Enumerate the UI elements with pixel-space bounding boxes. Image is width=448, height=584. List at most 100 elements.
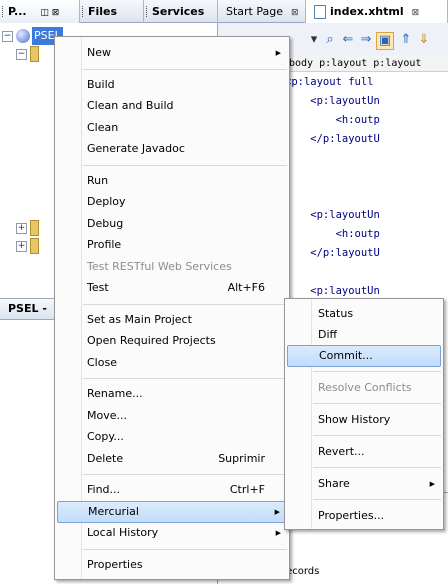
submenu-item-show-history[interactable]: Show History <box>287 409 441 431</box>
xhtml-file-icon <box>314 5 326 19</box>
code-line: </p:layoutU <box>285 133 380 145</box>
menu-item-clean-and-build[interactable]: Clean and Build <box>57 95 287 117</box>
tree-row-node[interactable]: + <box>16 219 39 237</box>
submenu-item-diff[interactable]: Diff <box>287 324 441 346</box>
menu-item-new[interactable]: New ▶ <box>57 42 287 64</box>
tab-services[interactable]: Services <box>144 0 218 23</box>
code-line: <p:layout full <box>285 76 374 88</box>
menu-item-mercurial[interactable]: Mercurial ▶ <box>57 500 287 523</box>
menu-item-test[interactable]: Test Alt+F6 <box>57 277 287 299</box>
menu-item-clean[interactable]: Clean <box>57 117 287 139</box>
tab-projects-label: P... <box>8 5 27 18</box>
menu-item-label: Properties... <box>318 509 385 522</box>
submenu-arrow-icon: ▶ <box>274 507 280 516</box>
tab-services-label: Services <box>152 5 205 18</box>
code-line: </p:layoutU <box>285 247 380 259</box>
menu-item-label: Local History <box>87 526 159 539</box>
menu-separator <box>83 474 287 475</box>
grip-icon <box>2 6 5 17</box>
submenu-item-commit[interactable]: Commit... <box>287 345 441 367</box>
menu-item-profile[interactable]: Profile <box>57 234 287 256</box>
next-bookmark-icon[interactable]: ⇓ <box>416 32 432 48</box>
expand-icon[interactable]: + <box>16 240 27 252</box>
menu-item-label: Clean and Build <box>87 99 174 112</box>
menu-item-label: Open Required Projects <box>87 334 216 347</box>
find-next-icon[interactable]: ⇒ <box>358 32 374 48</box>
menu-item-label: Deploy <box>87 195 126 208</box>
menu-separator <box>313 499 441 500</box>
close-icon[interactable]: ⊠ <box>412 8 420 18</box>
menu-item-label: Copy... <box>87 430 124 443</box>
menu-item-label: Debug <box>87 216 124 230</box>
menu-item-build[interactable]: Build <box>57 74 287 96</box>
menu-item-label: Profile <box>87 238 122 251</box>
menu-item-label: Rename... <box>87 387 143 400</box>
menu-item-label: Close <box>87 355 117 369</box>
collapse-icon[interactable]: − <box>2 30 13 42</box>
menu-item-generate-javadoc[interactable]: Generate Javadoc <box>57 138 287 160</box>
tree-row-node[interactable]: − <box>16 45 39 63</box>
tab-projects[interactable]: P... ◫ ⊠ <box>0 0 80 23</box>
menu-item-rename[interactable]: Rename... <box>57 383 287 405</box>
menu-item-shortcut: Alt+F6 <box>227 281 265 294</box>
tab-files[interactable]: Files <box>80 0 144 23</box>
menu-item-local-history[interactable]: Local History ▶ <box>57 522 287 544</box>
menu-separator <box>313 467 441 468</box>
menu-item-test-restful-web-services: Test RESTful Web Services <box>57 256 287 278</box>
menu-separator <box>313 435 441 436</box>
menu-item-label: Revert... <box>318 445 365 458</box>
web-project-icon <box>16 29 30 43</box>
folder-icon <box>30 220 39 236</box>
menu-item-label: Move... <box>87 408 127 422</box>
menu-item-label: Run <box>87 173 109 187</box>
dropdown-icon[interactable]: ▾ <box>306 32 322 48</box>
expand-icon[interactable]: + <box>16 222 27 234</box>
menu-item-close[interactable]: Close <box>57 352 287 374</box>
code-line: <p:layoutUn <box>285 209 380 221</box>
submenu-item-revert[interactable]: Revert... <box>287 441 441 463</box>
menu-item-deploy[interactable]: Deploy <box>57 191 287 213</box>
submenu-arrow-icon: ▶ <box>429 480 435 488</box>
menu-item-label: Test RESTful Web Services <box>87 259 232 273</box>
previous-bookmark-icon[interactable]: ⇑ <box>398 32 414 48</box>
code-line: <h:outp <box>285 114 380 126</box>
grip-icon <box>146 6 149 17</box>
tab-index-xhtml[interactable]: index.xhtml ⊠ <box>306 0 448 23</box>
close-icon[interactable]: ⊠ <box>291 8 299 18</box>
menu-item-shortcut: Ctrl+F <box>229 483 265 496</box>
tree-row-node[interactable]: + <box>16 237 39 255</box>
menu-item-delete[interactable]: Delete Suprimir <box>57 448 287 470</box>
menu-item-run[interactable]: Run <box>57 170 287 192</box>
toggle-highlight-icon[interactable]: ▣ <box>376 32 394 50</box>
menu-item-label: Set as Main Project <box>87 312 192 326</box>
menu-item-find[interactable]: Find... Ctrl+F <box>57 479 287 501</box>
breadcrumb[interactable]: body p:layout p:layout <box>285 56 448 72</box>
tab-start-page[interactable]: Start Page ⊠ <box>218 0 306 23</box>
submenu-item-status[interactable]: Status <box>287 303 441 325</box>
tab-projects-controls-icon[interactable]: ◫ ⊠ <box>40 8 59 18</box>
grip-icon <box>82 6 85 17</box>
mercurial-submenu: Status Diff Commit... Resolve Conflicts Show… <box>284 298 444 530</box>
menu-item-label: Find... <box>87 483 121 496</box>
menu-item-properties[interactable]: Properties <box>57 554 287 576</box>
project-context-menu: New ▶ Build Clean and Build Clean Generate Ja… <box>54 36 290 580</box>
submenu-item-share[interactable]: Share ▶ <box>287 473 441 495</box>
menu-item-label: New <box>87 46 111 59</box>
submenu-item-resolve-conflicts: Resolve Conflicts <box>287 377 441 399</box>
menu-item-set-as-main-project[interactable]: Set as Main Project <box>57 309 287 331</box>
collapse-icon[interactable]: − <box>16 48 27 60</box>
menu-item-label: Show History <box>318 413 391 426</box>
menu-item-label: Mercurial <box>88 504 139 518</box>
menu-item-debug[interactable]: Debug <box>57 213 287 235</box>
find-icon[interactable]: ⌕ <box>322 32 338 48</box>
breadcrumb-path: body p:layout p:layout <box>289 58 422 69</box>
menu-item-label: Properties <box>87 557 143 571</box>
menu-item-copy[interactable]: Copy... <box>57 426 287 448</box>
menu-item-label: Generate Javadoc <box>87 142 185 155</box>
menu-item-move[interactable]: Move... <box>57 405 287 427</box>
folder-icon <box>30 238 39 254</box>
menu-item-open-required-projects[interactable]: Open Required Projects <box>57 330 287 352</box>
find-previous-icon[interactable]: ⇐ <box>340 32 356 48</box>
submenu-item-properties[interactable]: Properties... <box>287 505 441 527</box>
submenu-arrow-icon: ▶ <box>275 529 281 537</box>
